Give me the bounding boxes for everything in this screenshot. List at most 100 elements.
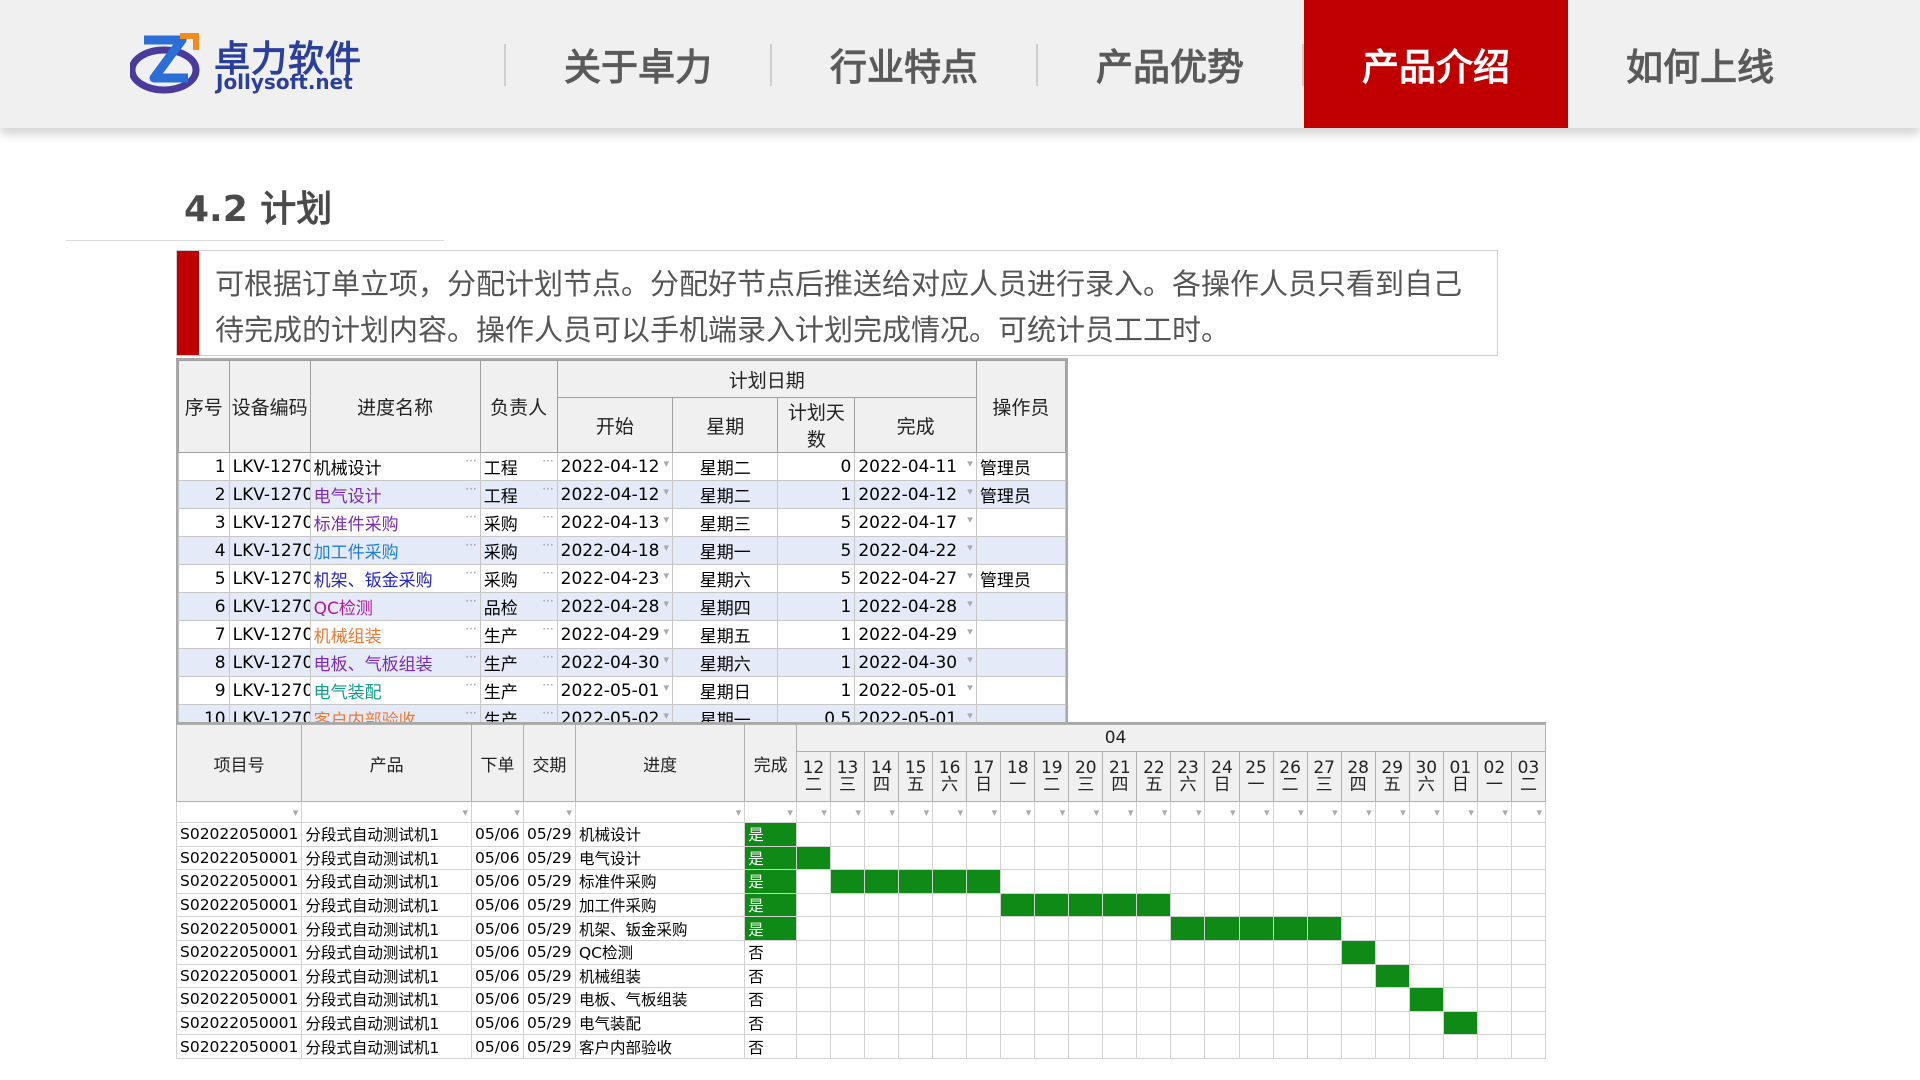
ellipsis-button-icon[interactable]: ··· [542, 510, 553, 524]
col-weekday[interactable]: 星期 [672, 397, 779, 453]
cell-owner[interactable]: 生产 ··· [479, 676, 558, 705]
plan-row[interactable]: 4 LKV-1270 加工件采购 ··· 采购 ··· 2022-04-18 ▾ 星期一 5 202… [178, 536, 1067, 565]
nav-item-products[interactable]: 产品介绍 [1304, 0, 1568, 128]
dropdown-arrow-icon[interactable]: ▾ [967, 625, 973, 638]
cell-days[interactable]: 5 [777, 536, 856, 565]
filter-cell[interactable]: ▾ [932, 801, 968, 823]
filter-dropdown-icon[interactable]: ▾ [992, 806, 998, 819]
filter-dropdown-icon[interactable]: ▾ [1502, 806, 1508, 819]
col-progress[interactable]: 进度 [574, 724, 746, 802]
cell-operator[interactable]: 管理员 [975, 452, 1067, 481]
filter-dropdown-icon[interactable]: ▾ [821, 806, 827, 819]
ellipsis-button-icon[interactable]: ··· [465, 538, 476, 552]
cell-operator[interactable] [975, 508, 1067, 537]
filter-cell[interactable]: ▾ [898, 801, 934, 823]
filter-cell[interactable]: ▾ [574, 801, 746, 823]
dropdown-arrow-icon[interactable]: ▾ [967, 709, 973, 722]
filter-dropdown-icon[interactable]: ▾ [787, 806, 793, 819]
cell-finish[interactable]: 2022-04-27 ▾ [854, 564, 977, 593]
cell-owner[interactable]: 采购 ··· [479, 536, 558, 565]
gantt-row[interactable]: S02022050001 分段式自动测试机1 05/06 05/29 机架、钣金采购是 [176, 916, 1546, 941]
filter-cell[interactable]: ▾ [1000, 801, 1036, 823]
filter-cell[interactable]: ▾ [470, 801, 524, 823]
filter-cell[interactable]: ▾ [1272, 801, 1308, 823]
filter-cell[interactable]: ▾ [966, 801, 1002, 823]
dropdown-arrow-icon[interactable]: ▾ [664, 457, 670, 470]
nav-item-about[interactable]: 关于卓力 [506, 0, 770, 128]
cell-owner[interactable]: 生产 ··· [479, 620, 558, 649]
cell-done[interactable]: 是 [744, 869, 797, 894]
dropdown-arrow-icon[interactable]: ▾ [967, 681, 973, 694]
cell-days[interactable]: 1 [777, 480, 856, 509]
cell-days[interactable]: 1 [777, 592, 856, 621]
cell-owner[interactable]: 品检 ··· [479, 592, 558, 621]
ellipsis-button-icon[interactable]: ··· [542, 454, 553, 468]
dropdown-arrow-icon[interactable]: ▾ [967, 485, 973, 498]
gantt-row[interactable]: S02022050001 分段式自动测试机1 05/06 05/29 机械组装否 [176, 963, 1546, 989]
plan-row[interactable]: 2 LKV-1270 电气设计 ··· 工程 ··· 2022-04-12 ▾ 星期二 1 2022… [178, 480, 1067, 509]
cell-done[interactable]: 是 [744, 892, 797, 918]
cell-finish[interactable]: 2022-05-01 ▾ [854, 676, 977, 705]
cell-done[interactable]: 是 [744, 822, 797, 847]
dropdown-arrow-icon[interactable]: ▾ [664, 485, 670, 498]
cell-start[interactable]: 2022-04-18 ▾ [556, 536, 674, 565]
col-operator[interactable]: 操作员 [975, 360, 1067, 453]
gantt-row[interactable]: S02022050001 分段式自动测试机1 05/06 05/29 标准件采购是 [176, 869, 1546, 894]
cell-start[interactable]: 2022-04-23 ▾ [556, 564, 674, 593]
ellipsis-button-icon[interactable]: ··· [542, 706, 553, 720]
filter-dropdown-icon[interactable]: ▾ [1366, 806, 1372, 819]
cell-name[interactable]: 电气装配 ··· [309, 676, 481, 705]
cell-finish[interactable]: 2022-04-28 ▾ [854, 592, 977, 621]
ellipsis-button-icon[interactable]: ··· [542, 650, 553, 664]
filter-cell[interactable]: ▾ [1068, 801, 1104, 823]
cell-owner[interactable]: 工程 ··· [479, 452, 558, 481]
cell-days[interactable]: 1 [777, 676, 856, 705]
cell-finish[interactable]: 2022-04-29 ▾ [854, 620, 977, 649]
filter-cell[interactable]: ▾ [301, 801, 472, 823]
ellipsis-button-icon[interactable]: ··· [465, 650, 476, 664]
filter-cell[interactable]: ▾ [1102, 801, 1138, 823]
col-days[interactable]: 计划天数 [777, 397, 856, 453]
dropdown-arrow-icon[interactable]: ▾ [664, 541, 670, 554]
filter-dropdown-icon[interactable]: ▾ [736, 806, 742, 819]
ellipsis-button-icon[interactable]: ··· [542, 566, 553, 580]
cell-name[interactable]: 加工件采购 ··· [309, 536, 481, 565]
cell-finish[interactable]: 2022-04-12 ▾ [854, 480, 977, 509]
cell-name[interactable]: 机械设计 ··· [309, 452, 481, 481]
cell-start[interactable]: 2022-04-29 ▾ [556, 620, 674, 649]
cell-name[interactable]: QC检测 ··· [309, 592, 481, 621]
filter-dropdown-icon[interactable]: ▾ [1434, 806, 1440, 819]
filter-cell[interactable]: ▾ [1136, 801, 1172, 823]
cell-done[interactable]: 否 [744, 1034, 797, 1059]
dropdown-arrow-icon[interactable]: ▾ [967, 569, 973, 582]
filter-dropdown-icon[interactable]: ▾ [1264, 806, 1270, 819]
cell-operator[interactable]: 管理员 [975, 480, 1067, 509]
filter-cell[interactable]: ▾ [1374, 801, 1410, 823]
col-project[interactable]: 项目号 [176, 724, 303, 802]
ellipsis-button-icon[interactable]: ··· [465, 594, 476, 608]
cell-start[interactable]: 2022-04-12 ▾ [556, 452, 674, 481]
col-owner[interactable]: 负责人 [479, 360, 558, 453]
cell-operator[interactable] [975, 536, 1067, 565]
nav-item-onboarding[interactable]: 如何上线 [1568, 0, 1832, 128]
filter-cell[interactable]: ▾ [1510, 801, 1546, 823]
gantt-row[interactable]: S02022050001 分段式自动测试机1 05/06 05/29 客户内部验收否 [176, 1034, 1546, 1059]
filter-dropdown-icon[interactable]: ▾ [1196, 806, 1202, 819]
cell-done[interactable]: 是 [744, 916, 797, 941]
cell-owner[interactable]: 采购 ··· [479, 564, 558, 593]
dropdown-arrow-icon[interactable]: ▾ [967, 457, 973, 470]
filter-dropdown-icon[interactable]: ▾ [1468, 806, 1474, 819]
filter-cell[interactable]: ▾ [1034, 801, 1070, 823]
cell-days[interactable]: 5 [777, 564, 856, 593]
cell-operator[interactable] [975, 676, 1067, 705]
dropdown-arrow-icon[interactable]: ▾ [664, 597, 670, 610]
nav-item-advantages[interactable]: 产品优势 [1038, 0, 1302, 128]
ellipsis-button-icon[interactable]: ··· [465, 454, 476, 468]
cell-start[interactable]: 2022-04-13 ▾ [556, 508, 674, 537]
col-order[interactable]: 下单 [470, 724, 524, 802]
filter-cell[interactable]: ▾ [829, 801, 866, 823]
cell-start[interactable]: 2022-04-30 ▾ [556, 648, 674, 677]
cell-done[interactable]: 否 [744, 963, 797, 989]
dropdown-arrow-icon[interactable]: ▾ [664, 681, 670, 694]
filter-dropdown-icon[interactable]: ▾ [293, 806, 299, 819]
